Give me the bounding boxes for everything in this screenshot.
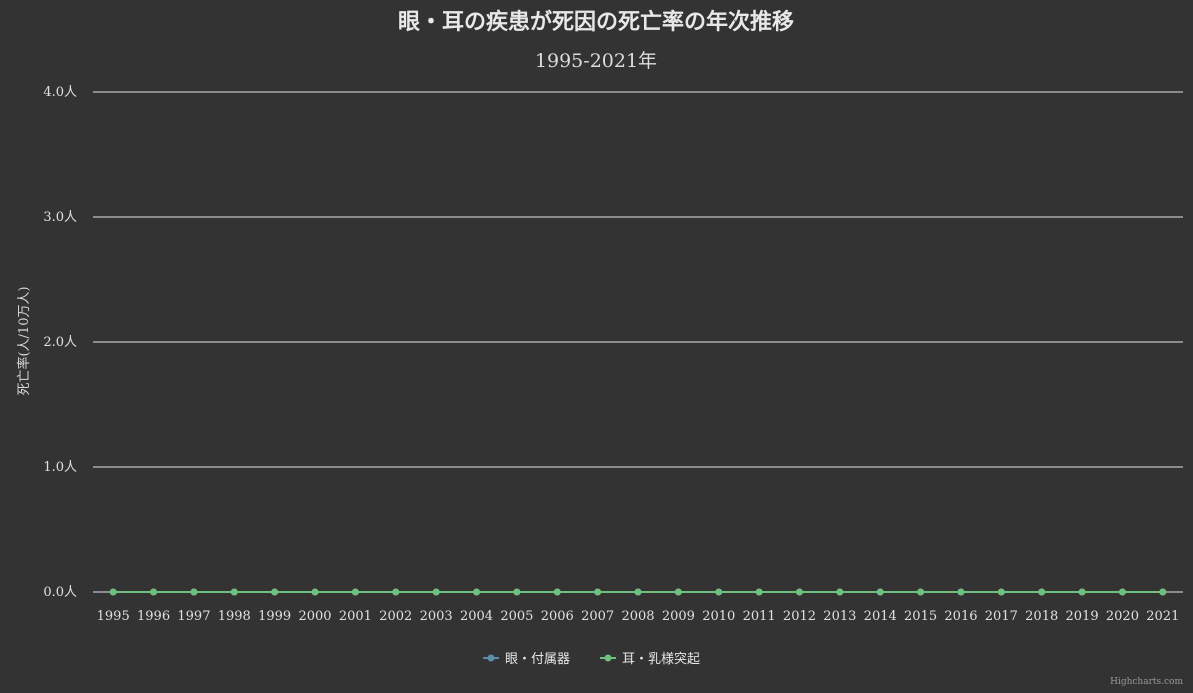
data-point[interactable] bbox=[1078, 588, 1086, 596]
data-point[interactable] bbox=[473, 588, 481, 596]
x-tick-label: 2015 bbox=[904, 609, 937, 624]
x-tick-label: 2008 bbox=[621, 609, 654, 624]
x-axis-ticks: 1995 1996 1997 1998 1999 2000 2001 2002 2003 2004… bbox=[97, 609, 1180, 624]
y-tick-label: 4.0人 bbox=[43, 85, 77, 100]
grid-layer bbox=[93, 91, 1183, 593]
x-tick-label: 2018 bbox=[1025, 609, 1058, 624]
legend-marker bbox=[487, 654, 495, 662]
chart-subtitle: 1995-2021年 bbox=[535, 50, 657, 72]
x-tick-label: 2009 bbox=[662, 609, 695, 624]
data-point[interactable] bbox=[997, 588, 1005, 596]
series-layer bbox=[109, 588, 1167, 596]
y-tick-label: 1.0人 bbox=[43, 460, 77, 475]
x-tick-label: 2019 bbox=[1066, 609, 1099, 624]
x-tick-label: 1995 bbox=[97, 609, 130, 624]
x-tick-label: 1999 bbox=[258, 609, 291, 624]
data-point[interactable] bbox=[1038, 588, 1046, 596]
data-point[interactable] bbox=[513, 588, 521, 596]
data-point[interactable] bbox=[553, 588, 561, 596]
x-tick-label: 2003 bbox=[420, 609, 453, 624]
chart-title: 眼・耳の疾患が死因の死亡率の年次推移 bbox=[398, 9, 794, 35]
legend-label[interactable]: 眼・付属器 bbox=[505, 652, 570, 667]
x-tick-label: 2007 bbox=[581, 609, 614, 624]
data-point[interactable] bbox=[876, 588, 884, 596]
x-tick-label: 2014 bbox=[864, 609, 897, 624]
data-point[interactable] bbox=[150, 588, 158, 596]
x-tick-label: 1998 bbox=[218, 609, 251, 624]
data-point[interactable] bbox=[836, 588, 844, 596]
credits-link[interactable]: Highcharts.com bbox=[1110, 677, 1183, 687]
x-tick-label: 1997 bbox=[177, 609, 210, 624]
legend-item[interactable]: 眼・付属器 bbox=[483, 652, 570, 667]
series-2[interactable] bbox=[109, 588, 1167, 596]
data-point[interactable] bbox=[432, 588, 440, 596]
x-tick-label: 2004 bbox=[460, 609, 493, 624]
data-point[interactable] bbox=[715, 588, 723, 596]
data-point[interactable] bbox=[1159, 588, 1167, 596]
y-tick-label: 0.0人 bbox=[43, 585, 77, 600]
x-tick-label: 2016 bbox=[944, 609, 977, 624]
data-point[interactable] bbox=[190, 588, 198, 596]
y-axis-ticks: 0.0人 1.0人 2.0人 3.0人 4.0人 bbox=[43, 85, 77, 600]
x-tick-label: 2011 bbox=[743, 609, 776, 624]
x-tick-label: 2017 bbox=[985, 609, 1018, 624]
x-tick-label: 2012 bbox=[783, 609, 816, 624]
x-tick-label: 2021 bbox=[1146, 609, 1179, 624]
data-point[interactable] bbox=[795, 588, 803, 596]
data-point[interactable] bbox=[230, 588, 238, 596]
data-point[interactable] bbox=[634, 588, 642, 596]
data-point[interactable] bbox=[271, 588, 279, 596]
data-point[interactable] bbox=[755, 588, 763, 596]
x-tick-label: 2002 bbox=[379, 609, 412, 624]
data-point[interactable] bbox=[392, 588, 400, 596]
x-tick-label: 1996 bbox=[137, 609, 170, 624]
y-tick-label: 3.0人 bbox=[43, 210, 77, 225]
y-axis-label: 死亡率(人/10万人) bbox=[16, 286, 32, 395]
legend-item[interactable]: 耳・乳様突起 bbox=[600, 651, 700, 667]
x-tick-label: 2006 bbox=[541, 609, 574, 624]
x-tick-label: 2001 bbox=[339, 609, 372, 624]
data-point[interactable] bbox=[1118, 588, 1126, 596]
data-point[interactable] bbox=[594, 588, 602, 596]
x-tick-label: 2020 bbox=[1106, 609, 1139, 624]
data-point[interactable] bbox=[674, 588, 682, 596]
data-point[interactable] bbox=[351, 588, 359, 596]
data-point[interactable] bbox=[311, 588, 319, 596]
x-tick-label: 2010 bbox=[702, 609, 735, 624]
legend-marker bbox=[604, 654, 612, 662]
legend[interactable]: 眼・付属器 耳・乳様突起 bbox=[483, 651, 700, 667]
x-tick-label: 2005 bbox=[500, 609, 533, 624]
data-point[interactable] bbox=[957, 588, 965, 596]
y-tick-label: 2.0人 bbox=[43, 335, 77, 350]
data-point[interactable] bbox=[917, 588, 925, 596]
x-tick-label: 2013 bbox=[823, 609, 856, 624]
legend-label[interactable]: 耳・乳様突起 bbox=[622, 651, 700, 667]
data-point[interactable] bbox=[109, 588, 117, 596]
x-tick-label: 2000 bbox=[298, 609, 331, 624]
line-chart: 眼・耳の疾患が死因の死亡率の年次推移 1995-2021年 死亡率(人/10万人… bbox=[16, 9, 1183, 687]
chart-container: 眼・耳の疾患が死因の死亡率の年次推移 1995-2021年 死亡率(人/10万人… bbox=[0, 0, 1193, 693]
